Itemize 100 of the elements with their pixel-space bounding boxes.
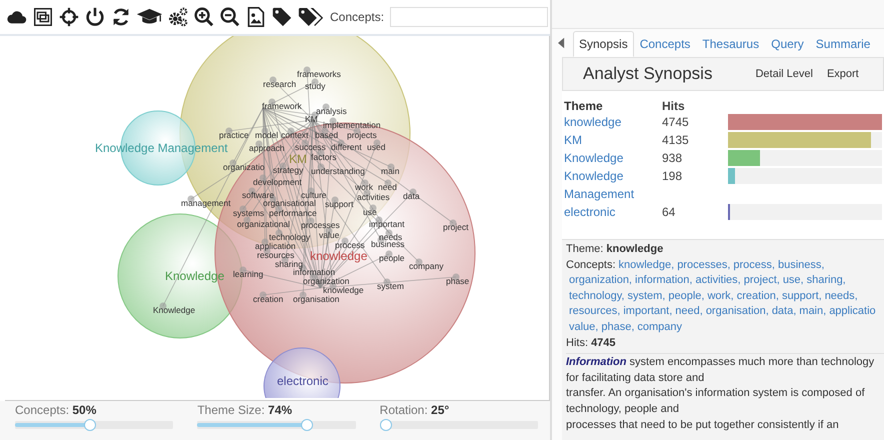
theme-link[interactable]: knowledge	[564, 113, 662, 131]
tab[interactable]: Synopsis	[573, 31, 634, 57]
concept-node[interactable]	[332, 196, 338, 204]
concept-link[interactable]: creation,	[736, 290, 779, 302]
concept-label[interactable]: information	[293, 267, 336, 277]
concept-link[interactable]: system,	[627, 290, 666, 302]
concept-label[interactable]: model	[255, 130, 278, 140]
concept-label[interactable]: software	[242, 190, 274, 200]
concept-label[interactable]: practice	[219, 130, 249, 140]
slider-track[interactable]	[15, 419, 174, 431]
theme-label[interactable]: knowledge	[310, 249, 368, 263]
concept-node[interactable]	[308, 218, 314, 224]
tab[interactable]: Concepts	[634, 31, 696, 57]
concept-link[interactable]: people,	[668, 290, 704, 302]
concept-link[interactable]: support,	[782, 290, 822, 302]
concept-link[interactable]: applicatio	[829, 305, 876, 318]
concept-label[interactable]: work	[355, 182, 373, 192]
concept-label[interactable]: organizational	[237, 219, 290, 229]
concept-label[interactable]: implementation	[323, 120, 381, 130]
concept-label[interactable]: application	[255, 241, 296, 251]
power-icon[interactable]	[84, 6, 106, 28]
concept-label[interactable]: knowledge	[323, 285, 364, 295]
concept-link[interactable]: organisation,	[706, 305, 769, 318]
concept-label[interactable]: activities	[357, 192, 390, 202]
concept-link[interactable]: resources,	[569, 305, 620, 318]
concept-link[interactable]: value,	[569, 320, 598, 333]
concept-label[interactable]: culture	[301, 190, 327, 200]
concept-label[interactable]: company	[409, 261, 444, 271]
concept-link[interactable]: main,	[799, 305, 826, 318]
concept-label[interactable]: organisational	[263, 198, 316, 208]
concept-label[interactable]: organizatio	[223, 162, 265, 172]
concept-node[interactable]	[416, 258, 422, 266]
slider-thumb[interactable]	[380, 419, 392, 431]
concept-label[interactable]: use	[363, 207, 377, 217]
concept-label[interactable]: creation	[253, 294, 284, 304]
concept-link[interactable]: phase,	[601, 320, 634, 333]
concept-link[interactable]: business,	[778, 258, 824, 271]
header-link[interactable]: Detail Level	[748, 68, 820, 80]
concept-label[interactable]: used	[367, 142, 386, 152]
concept-node[interactable]	[384, 278, 390, 286]
concept-label[interactable]: framework	[262, 101, 302, 111]
concept-label[interactable]: different	[331, 142, 362, 152]
concept-link[interactable]: company	[637, 320, 682, 333]
concept-link[interactable]: work,	[707, 290, 734, 302]
concepts-search-field[interactable]	[390, 7, 548, 27]
concept-label[interactable]: need	[378, 182, 397, 192]
concept-label[interactable]: technology	[269, 232, 310, 242]
image-file-icon[interactable]	[245, 6, 267, 28]
concept-label[interactable]: process	[335, 240, 365, 250]
header-link[interactable]: Export	[820, 68, 866, 80]
concept-label[interactable]: value	[319, 230, 340, 240]
select-frame-icon[interactable]	[32, 6, 54, 28]
concept-node[interactable]	[188, 196, 194, 202]
concept-label[interactable]: organization	[303, 276, 350, 286]
concept-label[interactable]: needs	[379, 232, 402, 242]
concept-node[interactable]	[370, 204, 376, 212]
concept-node[interactable]	[288, 128, 294, 134]
concept-link[interactable]: technology,	[569, 290, 624, 302]
concept-label[interactable]: processes	[301, 220, 340, 230]
concept-label[interactable]: phase	[446, 276, 470, 286]
theme-link[interactable]: Knowledge	[564, 149, 662, 167]
slider-track[interactable]	[380, 419, 538, 431]
concept-label[interactable]: performance	[269, 208, 317, 218]
concept-label[interactable]: business	[371, 239, 405, 249]
concept-label[interactable]: analysis	[316, 106, 347, 116]
concept-label[interactable]: context	[281, 130, 308, 140]
concept-node[interactable]	[240, 206, 246, 212]
concept-label[interactable]: support	[325, 199, 354, 209]
concept-link[interactable]: use,	[782, 274, 804, 286]
concept-label[interactable]: development	[253, 177, 302, 187]
concept-link[interactable]: important,	[623, 305, 672, 318]
theme-link[interactable]: electronic	[564, 203, 662, 221]
concept-label[interactable]: system	[377, 281, 404, 291]
concept-label[interactable]: learning	[233, 269, 264, 279]
concept-link[interactable]: knowledge,	[618, 258, 674, 271]
concept-link[interactable]: data,	[772, 305, 796, 318]
concept-label[interactable]: main	[381, 166, 400, 176]
concept-label[interactable]: approach	[249, 143, 284, 153]
tag-icon[interactable]	[271, 6, 293, 28]
concept-label[interactable]: factors	[311, 152, 337, 162]
concept-label[interactable]: organisation	[293, 294, 340, 304]
concept-link[interactable]: project,	[744, 274, 780, 286]
concept-label[interactable]: people	[379, 253, 405, 263]
tab[interactable]: Summarie	[810, 31, 876, 57]
concept-node[interactable]	[342, 238, 348, 244]
zoom-in-icon[interactable]	[193, 6, 215, 28]
concept-label[interactable]: resources	[257, 250, 294, 260]
scroll-left-icon[interactable]	[558, 37, 565, 49]
slider-track[interactable]	[197, 419, 356, 431]
concept-label[interactable]: strategy	[273, 165, 304, 175]
concept-node[interactable]	[302, 140, 308, 146]
theme-label[interactable]: electronic	[277, 374, 328, 388]
concept-link[interactable]: needs,	[824, 290, 858, 302]
concept-label[interactable]: KM	[305, 114, 318, 124]
theme-link[interactable]: KM	[564, 131, 662, 149]
tab[interactable]: Thesaurus	[696, 31, 766, 57]
concept-label[interactable]: understanding	[311, 166, 365, 176]
concept-label[interactable]: based	[315, 130, 338, 140]
concept-label[interactable]: important	[369, 219, 404, 229]
tags-icon[interactable]	[297, 6, 324, 28]
